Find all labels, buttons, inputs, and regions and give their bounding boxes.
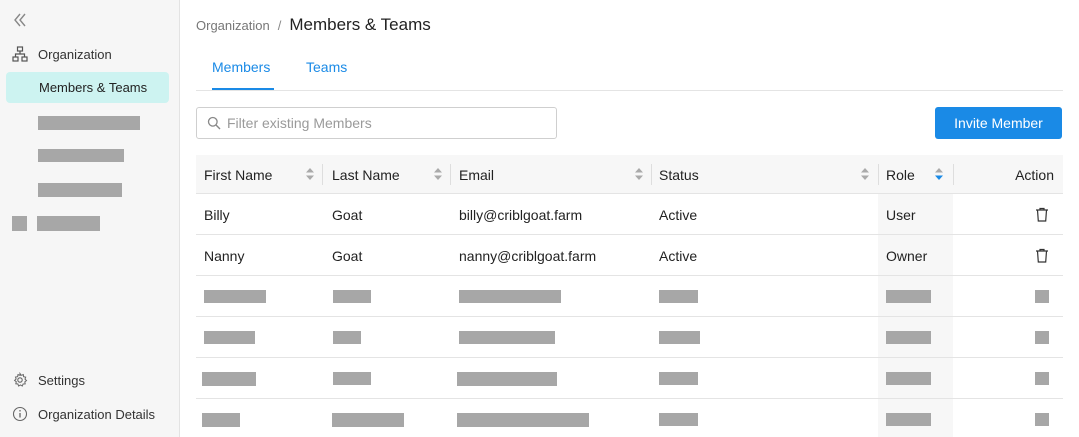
redacted-cell	[659, 331, 700, 344]
sidebar-item-redacted[interactable]	[38, 183, 122, 197]
column-divider	[953, 164, 954, 185]
redacted-cell	[333, 290, 371, 303]
redacted-cell	[886, 290, 931, 303]
sidebar-item-redacted[interactable]	[38, 116, 140, 130]
role-cell[interactable]: User	[886, 194, 916, 235]
sort-icon	[635, 168, 643, 180]
redacted-cell	[886, 413, 931, 426]
sort-icon	[306, 168, 314, 180]
redacted-icon[interactable]	[1035, 290, 1049, 303]
last-name-cell: Goat	[332, 247, 363, 264]
tab-bar: Members Teams	[196, 52, 1063, 91]
sidebar-icon-redacted	[12, 216, 27, 231]
first-name-cell: Nanny	[204, 247, 245, 264]
redacted-cell	[886, 372, 931, 385]
sidebar-item-organization[interactable]: Organization	[12, 44, 172, 64]
column-divider	[322, 164, 323, 185]
redacted-cell	[459, 290, 561, 303]
sort-descending-icon	[935, 168, 943, 180]
redacted-cell	[333, 331, 361, 344]
search-icon	[207, 116, 221, 130]
redacted-cell	[659, 290, 698, 303]
breadcrumb: Organization / Members & Teams	[196, 14, 431, 36]
members-table: First Name Last Name Email Status Role A…	[196, 155, 1063, 437]
redacted-cell	[659, 413, 698, 426]
redacted-cell	[333, 372, 371, 385]
sidebar-item-redacted[interactable]	[38, 149, 124, 162]
redacted-icon[interactable]	[1035, 413, 1049, 426]
hierarchy-icon	[12, 46, 28, 62]
sidebar-item-settings[interactable]: Settings	[12, 370, 85, 390]
trash-icon[interactable]	[1035, 207, 1049, 222]
sidebar-item-redacted[interactable]	[37, 216, 100, 231]
redacted-icon[interactable]	[1035, 331, 1049, 344]
column-header-action: Action	[1015, 166, 1054, 183]
column-header-last-name[interactable]: Last Name	[332, 155, 450, 194]
info-icon	[12, 406, 28, 422]
trash-icon[interactable]	[1035, 248, 1049, 263]
redacted-cell	[202, 413, 240, 427]
status-cell: Active	[659, 206, 698, 223]
table-row: Nanny Goat nanny@criblgoat.farm Active O…	[196, 235, 1063, 276]
sidebar-item-label: Organization	[38, 46, 112, 62]
column-divider	[651, 164, 652, 185]
gear-icon	[13, 372, 28, 387]
table-row-redacted	[196, 358, 1063, 399]
sidebar-item-members-teams[interactable]: Members & Teams	[6, 72, 169, 103]
sidebar-item-label: Organization Details	[38, 406, 156, 422]
redacted-icon[interactable]	[1035, 372, 1049, 385]
redacted-cell	[204, 290, 266, 303]
first-name-cell: Billy	[204, 206, 230, 223]
email-cell: billy@criblgoat.farm	[459, 206, 583, 223]
redacted-cell	[459, 331, 555, 344]
table-row-redacted	[196, 399, 1063, 437]
last-name-cell: Goat	[332, 206, 363, 223]
app: Organization Members & Teams Settings Or…	[0, 0, 1079, 437]
column-header-first-name[interactable]: First Name	[204, 155, 322, 194]
redacted-cell	[886, 331, 931, 344]
invite-member-button[interactable]: Invite Member	[935, 107, 1062, 139]
column-header-email[interactable]: Email	[459, 155, 651, 194]
redacted-cell	[332, 413, 404, 427]
column-divider	[450, 164, 451, 185]
status-cell: Active	[659, 247, 698, 264]
sidebar-item-organization-details[interactable]: Organization Details	[12, 404, 155, 424]
sidebar: Organization Members & Teams Settings Or…	[0, 0, 180, 437]
column-header-role[interactable]: Role	[886, 155, 946, 194]
tab-members[interactable]: Members	[212, 59, 274, 90]
redacted-cell	[457, 372, 557, 386]
email-cell: nanny@criblgoat.farm	[459, 247, 597, 264]
tab-teams[interactable]: Teams	[306, 59, 347, 90]
filter-members-input[interactable]	[227, 115, 537, 131]
column-header-status[interactable]: Status	[659, 155, 877, 194]
filter-members-field[interactable]	[196, 107, 557, 139]
redacted-cell	[457, 413, 589, 427]
sidebar-item-label: Members & Teams	[39, 80, 148, 95]
table-row-redacted	[196, 276, 1063, 317]
double-chevron-left-icon[interactable]	[11, 11, 29, 29]
table-row-redacted	[196, 317, 1063, 358]
redacted-cell	[659, 372, 698, 385]
page-title: Members & Teams	[289, 15, 431, 34]
redacted-cell	[204, 331, 255, 344]
column-divider	[878, 164, 879, 185]
sort-icon	[434, 168, 442, 180]
table-row: Billy Goat billy@criblgoat.farm Active U…	[196, 194, 1063, 235]
sidebar-item-label: Settings	[38, 372, 85, 388]
breadcrumb-parent[interactable]: Organization	[196, 18, 270, 33]
table-header: First Name Last Name Email Status Role A…	[196, 155, 1063, 194]
sort-icon	[861, 168, 869, 180]
breadcrumb-separator: /	[277, 17, 282, 33]
role-cell[interactable]: Owner	[886, 235, 927, 276]
redacted-cell	[202, 372, 256, 386]
